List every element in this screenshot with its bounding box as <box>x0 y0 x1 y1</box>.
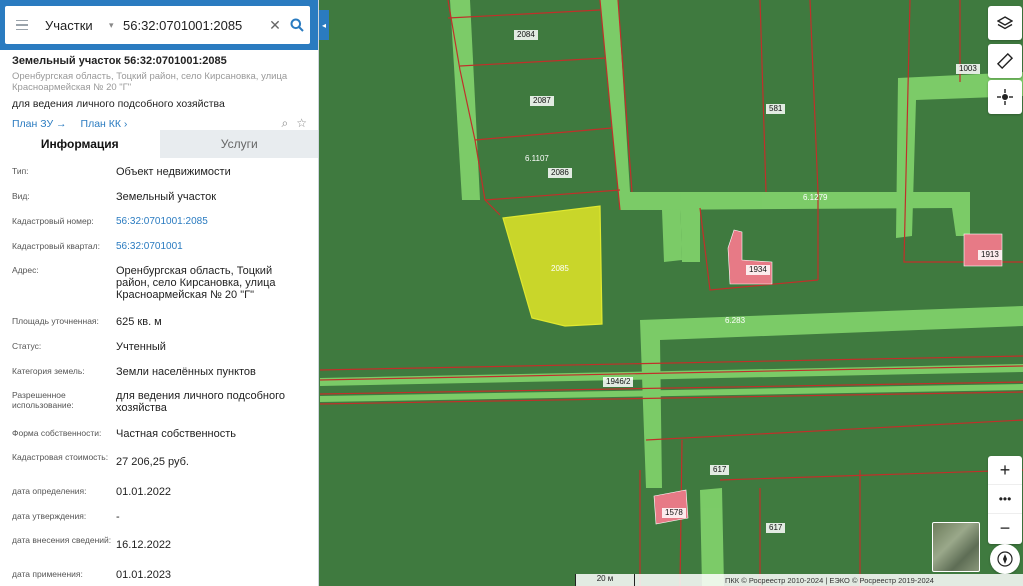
plan-zu-link[interactable]: План ЗУ → <box>12 118 67 130</box>
search-type-select[interactable]: Участки <box>39 6 109 44</box>
plot-label-617-secondary[interactable]: 617 <box>766 523 786 533</box>
info-row-approval-date: дата утверждения: - <box>12 511 120 523</box>
scale-bar: 20 м <box>575 574 635 586</box>
search-icon <box>290 18 304 32</box>
menu-icon <box>16 19 28 22</box>
compass-icon <box>997 551 1013 567</box>
chevron-down-icon[interactable]: ▾ <box>109 20 123 31</box>
zone-label-6283: 6.283 <box>725 316 746 325</box>
zoom-out-button[interactable]: − <box>988 514 1022 543</box>
search-type-label: Участки <box>45 17 93 33</box>
app-root: 2084 2087 6.1107 2086 2085 1003 581 6.12… <box>0 0 1023 586</box>
info-row-cadastral-number: Кадастровый номер: 56:32:0701001:2085 <box>12 216 208 228</box>
info-row-ownership: Форма собственности: Частная собственност… <box>12 428 237 440</box>
panel-tabs: Информация Услуги <box>0 130 318 158</box>
layers-icon <box>997 16 1013 30</box>
measure-button[interactable] <box>988 44 1022 78</box>
tab-info[interactable]: Информация <box>0 130 160 158</box>
plot-label-2086[interactable]: 2086 <box>548 168 572 178</box>
more-button[interactable]: ••• <box>988 485 1022 514</box>
info-row-land-category: Категория земель: Земли населённых пункто… <box>12 366 256 378</box>
map-footer: 20 м ПКК © Росреестр 2010-2024 | ЕЭКО © … <box>575 574 1023 586</box>
layers-button[interactable] <box>988 6 1022 40</box>
info-row-permitted-use: Разрешенное использование: для ведения ли… <box>12 390 286 414</box>
plot-label-617[interactable]: 617 <box>710 465 730 475</box>
chevron-left-icon: ◂ <box>321 20 326 30</box>
plot-label-581[interactable]: 581 <box>766 104 786 114</box>
star-icon[interactable]: ☆ <box>296 116 307 131</box>
info-row-status: Статус: Учтенный <box>12 341 166 353</box>
info-row-kind: Вид: Земельный участок <box>12 191 217 203</box>
info-panel: Участки ▾ ✕ Земельный участок 56:32:0701… <box>0 0 319 586</box>
info-row-determination-date: дата определения: 01.01.2022 <box>12 486 172 498</box>
collapse-panel-button[interactable]: ◂ <box>319 10 329 40</box>
more-icon: ••• <box>998 492 1012 506</box>
menu-button[interactable] <box>5 6 39 44</box>
search-box: Участки ▾ ✕ <box>5 6 310 44</box>
zoom-controls: + ••• − <box>988 456 1022 544</box>
plot-label-1934[interactable]: 1934 <box>746 265 770 275</box>
ruler-icon <box>997 53 1013 69</box>
locate-object-icon[interactable]: ⌕ <box>282 116 289 131</box>
basemap-switcher-thumbnail[interactable] <box>932 522 980 572</box>
crosshair-icon <box>997 89 1013 105</box>
object-address: Оренбургская область, Тоцкий район, село… <box>12 71 288 93</box>
plan-links: План ЗУ → План КК › ⌕ ☆ <box>0 110 318 131</box>
info-row-type: Тип: Объект недвижимости <box>12 166 231 178</box>
object-title: Земельный участок 56:32:0701001:2085 <box>12 55 227 67</box>
plot-label-1946-2[interactable]: 1946/2 <box>603 377 634 387</box>
compass-button[interactable] <box>990 544 1020 574</box>
zone-label-61279: 6.1279 <box>803 193 828 202</box>
zoom-in-button[interactable]: + <box>988 456 1022 485</box>
info-row-entry-date: дата внесения сведений: 16.12.2022 <box>12 535 172 551</box>
plan-kk-link[interactable]: План КК › <box>81 118 128 130</box>
cadastral-number-link[interactable]: 56:32:0701001:2085 <box>116 216 208 228</box>
copyright-text[interactable]: ПКК © Росреестр 2010-2024 | ЕЭКО © Росре… <box>725 576 934 585</box>
object-purpose: для ведения личного подсобного хозяйства <box>12 98 225 110</box>
close-icon[interactable]: ✕ <box>266 17 284 34</box>
minus-icon: − <box>999 518 1011 538</box>
locate-button[interactable] <box>988 80 1022 114</box>
search-bar: Участки ▾ ✕ <box>0 0 318 50</box>
plus-icon: + <box>999 459 1011 480</box>
cadastral-quarter-link[interactable]: 56:32:0701001 <box>116 241 183 253</box>
info-row-address: Адрес: Оренбургская область, Тоцкий район… <box>12 265 276 301</box>
plot-label-1003[interactable]: 1003 <box>956 64 980 74</box>
plot-label-2087[interactable]: 2087 <box>530 96 554 106</box>
info-row-area: Площадь уточненная: 625 кв. м <box>12 316 162 328</box>
plot-label-2085[interactable]: 2085 <box>548 264 572 274</box>
object-header: Земельный участок 56:32:0701001:2085 Оре… <box>0 52 318 131</box>
plot-label-1913[interactable]: 1913 <box>978 250 1002 260</box>
plot-label-2084[interactable]: 2084 <box>514 30 538 40</box>
search-input[interactable] <box>123 17 266 33</box>
zone-label-61107: 6.1107 <box>525 154 549 163</box>
plot-label-1578[interactable]: 1578 <box>662 508 686 518</box>
tab-services[interactable]: Услуги <box>159 130 318 158</box>
header-actions: ⌕ ☆ <box>282 116 308 131</box>
search-button[interactable] <box>284 6 310 44</box>
info-row-cadastral-quarter: Кадастровый квартал: 56:32:0701001 <box>12 241 183 253</box>
info-row-application-date: дата применения: 01.01.2023 <box>12 569 172 581</box>
info-row-cadastral-value: Кадастровая стоимость: 27 206,25 руб. <box>12 452 189 468</box>
